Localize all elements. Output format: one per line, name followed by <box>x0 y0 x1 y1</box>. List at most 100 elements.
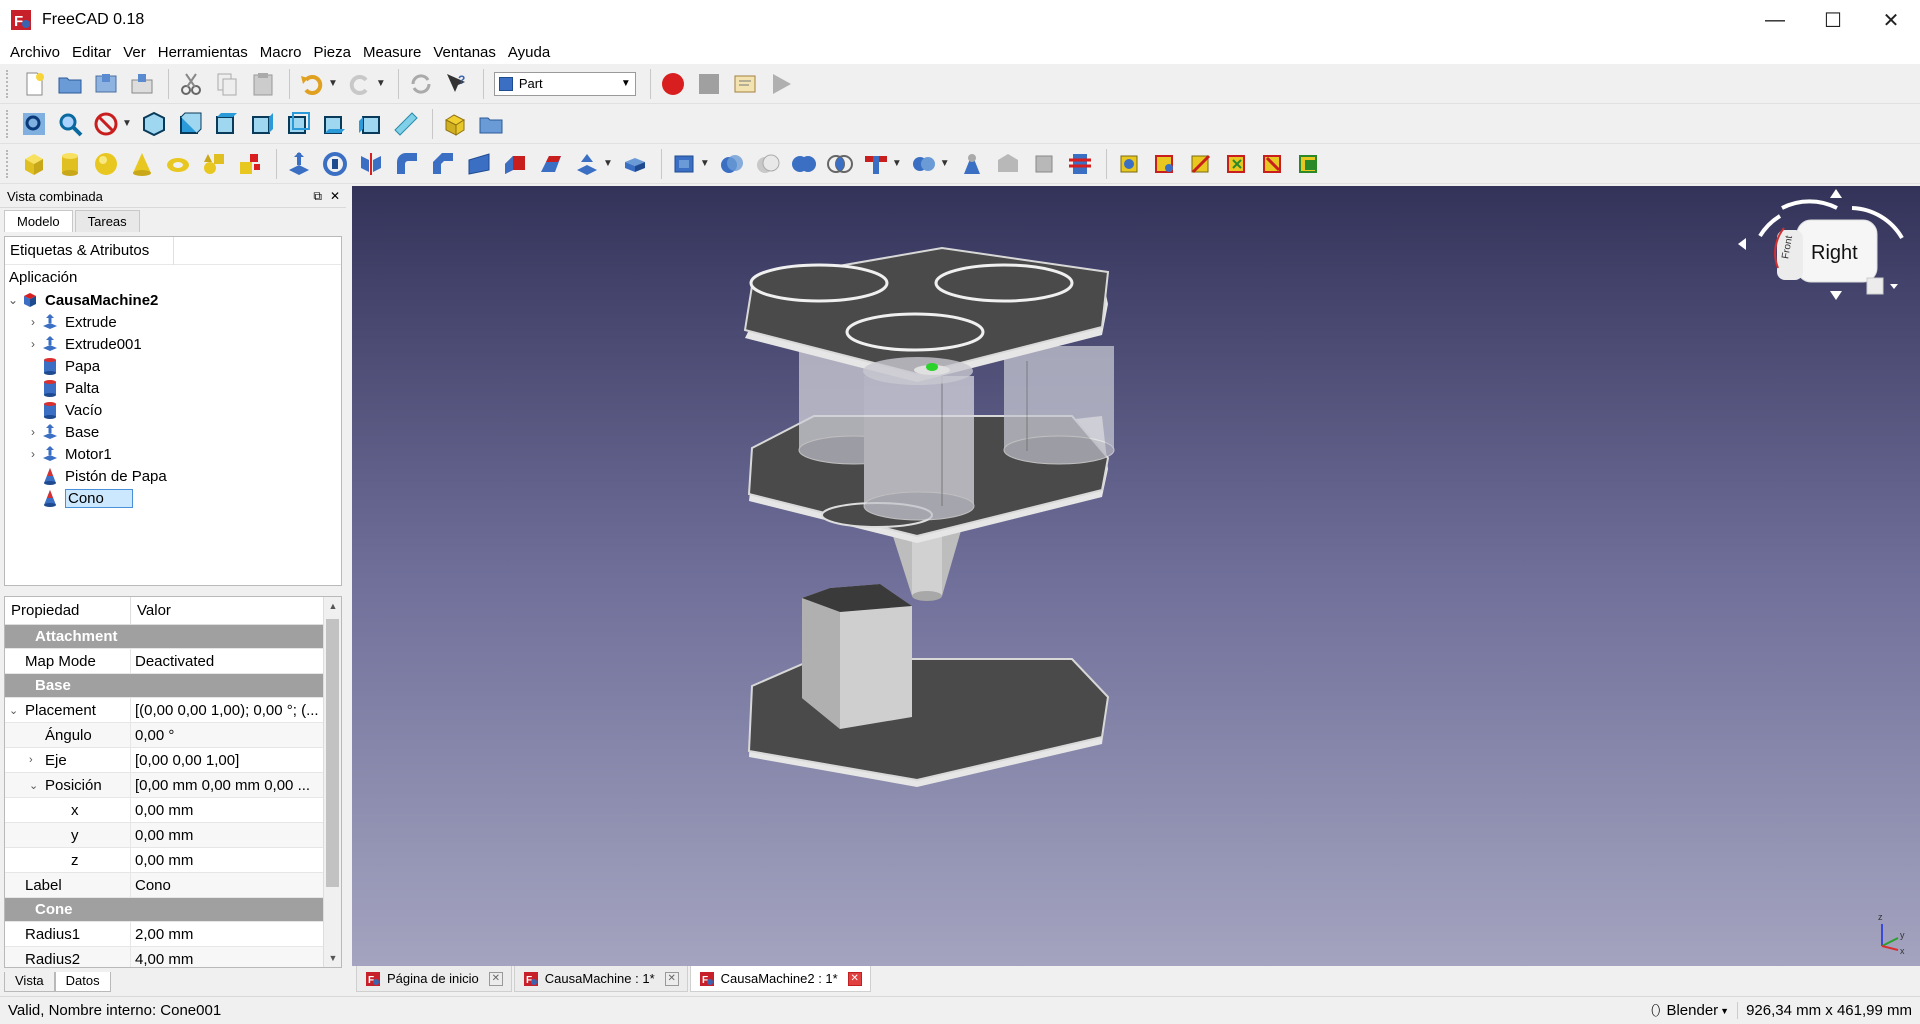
cut-icon[interactable] <box>175 68 207 100</box>
property-group-header[interactable]: Base <box>5 674 341 698</box>
property-group-header[interactable]: Cone <box>5 898 341 922</box>
menu-macro[interactable]: Macro <box>254 44 308 61</box>
open-folder-icon[interactable] <box>54 68 86 100</box>
join-dropdown-icon[interactable]: ▼ <box>892 158 902 169</box>
tree-column-header[interactable]: Etiquetas & Atributos <box>10 236 175 265</box>
tree-root-document[interactable]: ⌄ CausaMachine2 <box>5 289 341 311</box>
navigation-style-selector[interactable]: ⬯ Blender ▼ <box>1651 1002 1737 1019</box>
property-value[interactable]: 0,00 mm <box>131 848 341 872</box>
boolean-icon[interactable] <box>716 148 748 180</box>
view-top-icon[interactable] <box>210 108 242 140</box>
property-row[interactable]: Map Mode Deactivated <box>5 649 341 674</box>
property-value[interactable]: [(0,00 0,00 1,00); 0,00 °; (... <box>131 698 341 722</box>
shape-builder-icon[interactable] <box>234 148 266 180</box>
tab-tareas[interactable]: Tareas <box>74 210 140 232</box>
cut-boolean-icon[interactable] <box>752 148 784 180</box>
fit-selection-icon[interactable] <box>54 108 86 140</box>
cross-sections-icon[interactable] <box>1064 148 1096 180</box>
cone-primitive-icon[interactable] <box>126 148 158 180</box>
split-dropdown-icon[interactable]: ▼ <box>940 158 950 169</box>
expand-arrow-icon[interactable]: › <box>25 315 41 329</box>
property-row[interactable]: Label Cono <box>5 873 341 898</box>
join-features-icon[interactable] <box>860 148 892 180</box>
record-macro-icon[interactable] <box>657 68 689 100</box>
compound-dropdown-icon[interactable]: ▼ <box>700 158 710 169</box>
toolbar-grip[interactable] <box>6 149 12 178</box>
tree-item[interactable]: Vacío <box>5 399 341 421</box>
view-bottom-icon[interactable] <box>318 108 350 140</box>
menu-archivo[interactable]: Archivo <box>4 44 66 61</box>
attachment-icon[interactable] <box>1113 148 1145 180</box>
property-row[interactable]: Radius1 2,00 mm <box>5 922 341 947</box>
undo-icon[interactable] <box>296 68 328 100</box>
property-row[interactable]: › Eje [0,00 0,00 1,00] <box>5 748 341 773</box>
navigation-cube[interactable]: Right Front <box>1738 189 1920 300</box>
menu-measure[interactable]: Measure <box>357 44 427 61</box>
thickness-icon[interactable] <box>619 148 651 180</box>
sweep-dropdown-icon[interactable]: ▼ <box>603 158 613 169</box>
3d-viewport[interactable]: Right Front z y x <box>352 186 1920 966</box>
check-geometry-icon[interactable] <box>956 148 988 180</box>
property-value[interactable]: 4,00 mm <box>131 947 341 968</box>
sphere-primitive-icon[interactable] <box>90 148 122 180</box>
split-icon[interactable] <box>908 148 940 180</box>
scroll-up-icon[interactable]: ▲ <box>324 597 341 615</box>
tab-datos[interactable]: Datos <box>54 972 111 992</box>
document-tab[interactable]: F CausaMachine2 : 1* ✕ <box>689 966 871 992</box>
view-front-icon[interactable] <box>174 108 206 140</box>
view-right-icon[interactable] <box>246 108 278 140</box>
property-value[interactable]: 0,00 ° <box>131 723 341 747</box>
expand-arrow-icon[interactable]: ⌄ <box>9 704 25 717</box>
expand-arrow-icon[interactable]: › <box>25 447 41 461</box>
property-row[interactable]: Radius2 4,00 mm <box>5 947 341 968</box>
property-value[interactable]: Cono <box>131 873 341 897</box>
nav-arrow-left-icon[interactable] <box>1738 238 1746 250</box>
edit-macro-icon[interactable] <box>729 68 761 100</box>
document-tab[interactable]: F Página de inicio ✕ <box>356 966 512 992</box>
property-value[interactable]: 0,00 mm <box>131 823 341 847</box>
expand-arrow-icon[interactable]: › <box>25 337 41 351</box>
defeaturing-icon[interactable] <box>992 148 1024 180</box>
property-value[interactable]: [0,00 mm 0,00 mm 0,00 ... <box>131 773 341 797</box>
make-face-icon[interactable] <box>463 148 495 180</box>
menu-editar[interactable]: Editar <box>66 44 117 61</box>
property-row[interactable]: z 0,00 mm <box>5 848 341 873</box>
tree-item[interactable]: Palta <box>5 377 341 399</box>
motor-box[interactable] <box>802 584 912 729</box>
tree-item[interactable]: Papa <box>5 355 341 377</box>
expand-arrow-icon[interactable]: ⌄ <box>29 779 45 792</box>
fuse-icon[interactable] <box>788 148 820 180</box>
stop-macro-icon[interactable] <box>693 68 725 100</box>
close-panel-icon[interactable]: ✕ <box>330 189 340 204</box>
new-document-icon[interactable] <box>18 68 50 100</box>
property-value[interactable]: Deactivated <box>131 649 341 673</box>
loft-icon[interactable] <box>535 148 567 180</box>
create-group-icon[interactable] <box>475 108 507 140</box>
property-row[interactable]: x 0,00 mm <box>5 798 341 823</box>
ruled-surface-icon[interactable] <box>499 148 531 180</box>
menu-pieza[interactable]: Pieza <box>307 44 357 61</box>
draw-style-dropdown-icon[interactable]: ▼ <box>122 118 132 129</box>
property-value[interactable]: 2,00 mm <box>131 922 341 946</box>
primitives-icon[interactable] <box>198 148 230 180</box>
redo-icon[interactable] <box>344 68 376 100</box>
refresh-icon[interactable] <box>405 68 437 100</box>
save-as-icon[interactable] <box>126 68 158 100</box>
measure-refresh-icon[interactable] <box>1221 148 1253 180</box>
undock-icon[interactable]: ⧉ <box>313 189 322 204</box>
compound-icon[interactable] <box>668 148 700 180</box>
menu-herramientas[interactable]: Herramientas <box>152 44 254 61</box>
property-row[interactable]: ⌄ Posición [0,00 mm 0,00 mm 0,00 ... <box>5 773 341 798</box>
mirror-icon[interactable] <box>355 148 387 180</box>
redo-dropdown-icon[interactable]: ▼ <box>376 78 386 89</box>
save-icon[interactable] <box>90 68 122 100</box>
whats-this-icon[interactable]: ? <box>441 68 473 100</box>
value-column-header[interactable]: Valor <box>131 597 171 624</box>
tab-vista[interactable]: Vista <box>4 972 55 992</box>
section-icon[interactable] <box>1028 148 1060 180</box>
measure-linear-icon[interactable] <box>1149 148 1181 180</box>
run-macro-icon[interactable] <box>765 68 797 100</box>
tree-item[interactable]: Pistón de Papa <box>5 465 341 487</box>
measure-toggle-icon[interactable] <box>1293 148 1325 180</box>
tree-item[interactable]: › Extrude001 <box>5 333 341 355</box>
